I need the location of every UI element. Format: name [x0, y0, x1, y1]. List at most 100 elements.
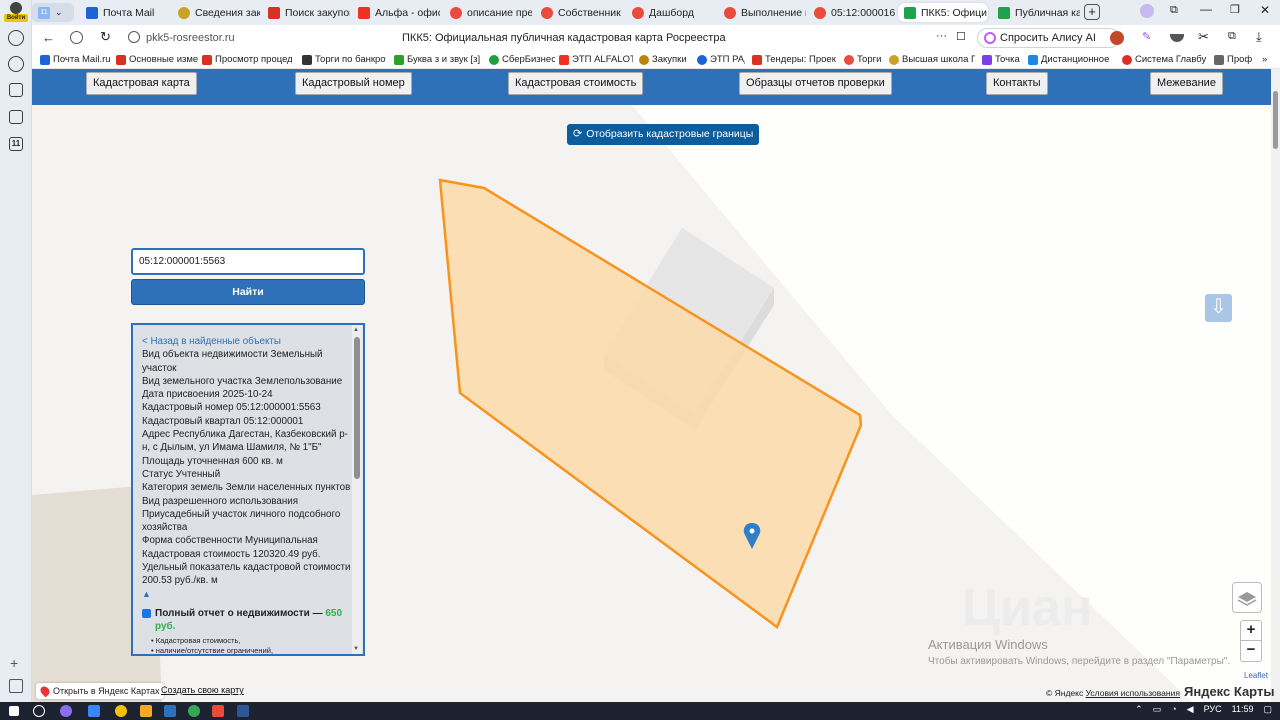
tab-item[interactable]: 05:12:000016:2 [808, 3, 896, 22]
ask-alisa-button[interactable]: Спросить Алису AI [977, 28, 1120, 48]
info-scrollbar-thumb[interactable] [354, 337, 360, 479]
leaflet-attribution[interactable]: Leaflet [1244, 671, 1268, 680]
tab-item[interactable]: Публичная кар [992, 3, 1080, 22]
play-icon[interactable] [8, 56, 24, 72]
bookmark-item[interactable]: Торги [844, 54, 884, 65]
camera-icon[interactable] [9, 83, 23, 97]
notifications-icon[interactable]: ▢ [1263, 704, 1272, 715]
app-icon[interactable] [115, 705, 127, 717]
minimize-icon[interactable]: — [1200, 2, 1212, 16]
tab-item[interactable]: Сведения закуп [172, 3, 260, 22]
zoom-out-button[interactable]: − [1240, 641, 1262, 662]
more-icon[interactable]: ··· [936, 30, 947, 42]
terms-link[interactable]: Условия использования [1086, 688, 1180, 698]
full-report-option[interactable]: Полный отчет о недвижимости — 650 руб. [142, 607, 352, 633]
hat-icon[interactable] [1170, 34, 1184, 42]
tab-item[interactable]: Поиск закупок [262, 3, 350, 22]
clock[interactable]: 11:59 [1232, 704, 1254, 715]
scroll-down-button[interactable]: ⇩ [1205, 294, 1232, 322]
bookmark-tabs-icon[interactable]: ⧉ [1170, 4, 1178, 17]
wifi-icon[interactable]: ◔ [1171, 704, 1176, 715]
volume-icon[interactable]: ◀ [1187, 704, 1194, 715]
tab-item[interactable]: Почта Mail [80, 3, 168, 22]
back-icon[interactable]: ← [42, 30, 55, 45]
collapse-toggle[interactable]: ▲ [142, 588, 352, 601]
collections-icon[interactable] [9, 110, 23, 124]
info-scrollbar[interactable]: ▲ ▼ [352, 325, 362, 654]
tab-item[interactable]: Выполнение к [718, 3, 806, 22]
bookmark-item[interactable]: Дистанционное о [1028, 54, 1110, 65]
cadastral-search-input[interactable] [131, 248, 365, 275]
report-checkbox[interactable] [142, 608, 151, 618]
tray-chevron-icon[interactable]: ⌃ [1135, 704, 1143, 715]
yandex-home-icon[interactable] [70, 31, 83, 44]
chrome-icon[interactable] [188, 705, 200, 717]
site-info-icon[interactable] [128, 31, 140, 43]
tools-icon[interactable]: ✂ [1198, 29, 1209, 45]
search-icon[interactable] [33, 705, 45, 717]
scroll-down-icon[interactable]: ▼ [353, 646, 359, 652]
tab-active[interactable]: ПКК5: Офици✕ [898, 3, 988, 22]
bookmark-icon[interactable]: ☐ [956, 30, 966, 43]
folder-icon[interactable] [140, 705, 152, 717]
show-boundaries-button[interactable]: ⟳ Отобразить кадастровые границы [567, 124, 760, 145]
profile-button[interactable]: Войти [4, 2, 28, 22]
url-field[interactable]: pkk5-rosreestor.ru [146, 32, 235, 44]
nav-cadastral-map[interactable]: Кадастровая карта [86, 72, 197, 95]
network-icon[interactable]: ▭ [1153, 704, 1162, 715]
bookmark-item[interactable]: Основные измене [116, 54, 198, 65]
download-icon[interactable]: ⤓ [1256, 29, 1262, 45]
maximize-icon[interactable]: ❐ [1230, 3, 1240, 16]
zoom-in-button[interactable]: + [1240, 620, 1262, 641]
tab-item[interactable]: Альфа - офис [352, 3, 440, 22]
back-to-results-link[interactable]: < Назад в найденные объекты [142, 335, 352, 348]
find-button[interactable]: Найти [131, 279, 365, 305]
sidebar-toggle-icon[interactable] [9, 679, 23, 693]
yandex-browser-icon[interactable] [164, 705, 176, 717]
bookmark-item[interactable]: ЭТП ALFALOT [559, 54, 633, 65]
bookmark-item[interactable]: Тендеры: Проект [752, 54, 836, 65]
app-icon[interactable] [60, 705, 72, 717]
counter-icon[interactable]: 11 [9, 137, 23, 151]
nav-cadastral-number[interactable]: Кадастровый номер [295, 72, 412, 95]
add-panel-icon[interactable]: + [10, 655, 18, 671]
create-your-map-link[interactable]: Создать свою карту [161, 685, 244, 695]
scrollbar-thumb[interactable] [1273, 91, 1278, 149]
bookmark-item[interactable]: Закупки [639, 54, 695, 65]
bookmark-item[interactable]: Торги по банкрот [302, 54, 386, 65]
tab-group[interactable]: 11 ⌄ [32, 3, 74, 22]
bookmark-item[interactable]: ЭТП РАД [697, 54, 745, 65]
bookmark-item[interactable]: Точка [982, 54, 1022, 65]
nav-report-samples[interactable]: Образцы отчетов проверки [739, 72, 892, 95]
extensions-icon[interactable]: ⧉ [1228, 30, 1236, 43]
bookmark-item[interactable]: Высшая школа Гос [889, 54, 975, 65]
scroll-up-icon[interactable]: ▲ [353, 327, 359, 333]
nav-land-survey[interactable]: Межевание [1150, 72, 1223, 95]
extension-icon[interactable] [1110, 31, 1124, 45]
tab-item[interactable]: Дашборд [626, 3, 714, 22]
bookmark-item[interactable]: Система Главбух [1122, 54, 1206, 65]
start-icon[interactable] [9, 706, 19, 716]
tab-item[interactable]: описание пред [444, 3, 532, 22]
app-icon[interactable] [212, 705, 224, 717]
page-scrollbar[interactable] [1271, 69, 1280, 702]
close-window-icon[interactable]: ✕ [1260, 3, 1270, 17]
bookmark-item[interactable]: Почта Mail.ru [40, 54, 112, 65]
app-icon[interactable] [88, 705, 100, 717]
extension-icon[interactable] [1140, 4, 1154, 18]
bookmark-item[interactable]: Просмотр процед [202, 54, 292, 65]
reload-icon[interactable]: ↻ [100, 29, 111, 45]
bookmark-item[interactable]: Проф [1214, 54, 1254, 65]
pen-icon[interactable]: ✎ [1142, 30, 1151, 43]
nav-contacts[interactable]: Контакты [986, 72, 1048, 95]
tab-item[interactable]: Собственник о [535, 3, 623, 22]
bookmark-item[interactable]: СберБизнес [489, 54, 555, 65]
word-icon[interactable] [237, 705, 249, 717]
nav-cadastral-value[interactable]: Кадастровая стоимость [508, 72, 644, 95]
open-in-yandex-maps-button[interactable]: Открыть в Яндекс Картах [36, 683, 165, 699]
bookmarks-more-icon[interactable]: » [1262, 54, 1267, 65]
language-indicator[interactable]: РУС [1204, 704, 1222, 715]
history-icon[interactable] [8, 30, 24, 46]
chevron-down-icon[interactable]: ⌄ [55, 7, 63, 18]
layers-button[interactable] [1232, 582, 1262, 613]
